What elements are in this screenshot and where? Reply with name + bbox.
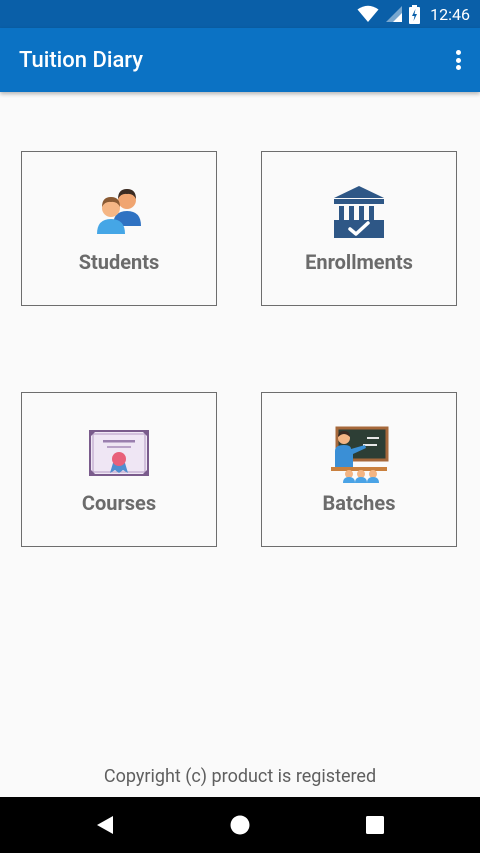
enrollments-icon — [334, 186, 384, 238]
students-tile[interactable]: Students — [21, 151, 217, 306]
signal-icon — [386, 6, 403, 22]
courses-icon — [89, 430, 149, 476]
navigation-bar — [0, 797, 480, 853]
home-button[interactable] — [205, 797, 275, 853]
copyright-text: Copyright (c) product is registered — [103, 766, 377, 787]
recents-icon — [366, 816, 384, 834]
more-vert-icon[interactable] — [450, 48, 466, 72]
tile-label-students: Students — [78, 250, 160, 274]
batches-icon — [331, 426, 389, 483]
courses-tile[interactable]: Courses — [21, 392, 217, 547]
wifi-icon — [357, 5, 379, 22]
battery-icon — [409, 4, 421, 24]
app-bar: Tuition Diary — [0, 28, 480, 92]
recents-button[interactable] — [340, 797, 410, 853]
enrollments-tile[interactable]: Enrollments — [261, 151, 457, 306]
back-icon — [97, 816, 113, 834]
tile-label-batches: Batches — [322, 491, 396, 515]
home-icon — [230, 815, 250, 835]
students-icon — [97, 189, 141, 234]
tile-label-courses: Courses — [81, 491, 157, 515]
batches-tile[interactable]: Batches — [261, 392, 457, 547]
back-button[interactable] — [70, 797, 140, 853]
tile-label-enrollments: Enrollments — [305, 250, 413, 274]
status-bar: 12:46 — [0, 0, 480, 28]
app-title: Tuition Diary — [19, 48, 144, 73]
status-icons: 12:46 — [357, 0, 470, 28]
status-time: 12:46 — [430, 4, 470, 24]
